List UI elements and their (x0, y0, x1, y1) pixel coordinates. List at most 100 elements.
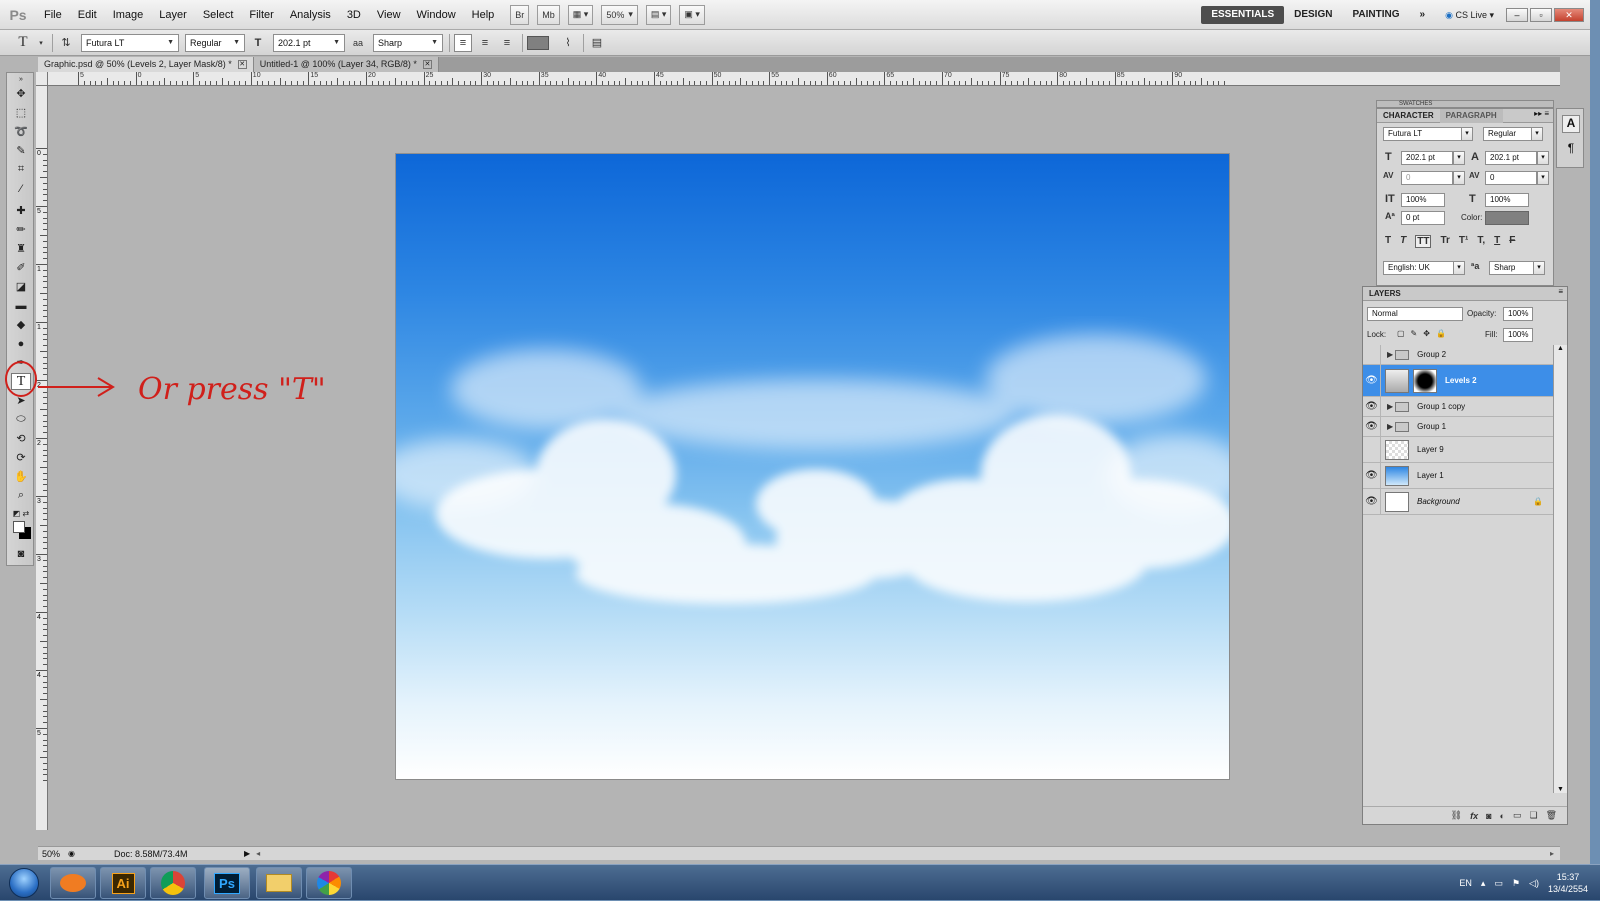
pen-tool-icon[interactable]: ✒ (11, 354, 31, 371)
expand-triangle-icon[interactable]: ▶ (1387, 422, 1393, 431)
view-extras-button[interactable]: ▦ ▾ (567, 4, 594, 25)
character-panel-icon[interactable]: A (1562, 115, 1580, 133)
screen-mode-button[interactable]: ▣ ▾ (679, 4, 705, 25)
bridge-button[interactable]: Br (510, 4, 530, 25)
cs-live-button[interactable]: ◉ CS Live ▾ (1435, 0, 1504, 30)
cp-leading[interactable]: 202.1 pt (1485, 151, 1537, 165)
layer-row-levels-2[interactable]: 👁 Levels 2 (1363, 364, 1553, 397)
tab-layers[interactable]: LAYERS (1363, 287, 1407, 301)
eraser-tool-icon[interactable]: ◪ (11, 278, 31, 295)
3d-orbit-tool-icon[interactable]: ⟳ (11, 449, 31, 466)
healing-brush-tool-icon[interactable]: ✚ (11, 202, 31, 219)
scroll-down-icon[interactable]: ▼ (1554, 786, 1567, 793)
tab-graphic-psd[interactable]: Graphic.psd @ 50% (Levels 2, Layer Mask/… (38, 57, 254, 72)
workspace-design[interactable]: DESIGN (1284, 0, 1342, 30)
cp-baseline-shift[interactable]: 0 pt (1401, 211, 1445, 225)
horizontal-ruler[interactable]: 5 0 5 10 15 20 25 30 35 40 45 50 55 60 65 70 75 80 85 90 (48, 72, 1560, 86)
opacity-input[interactable]: 100% (1503, 307, 1533, 321)
chevron-down-icon[interactable]: ▾ (1531, 127, 1543, 141)
ruler-origin[interactable] (36, 72, 48, 86)
new-layer-icon[interactable]: ❏ (1529, 810, 1537, 821)
arrange-documents-button[interactable]: ▤ ▾ (645, 4, 672, 25)
chevron-down-icon[interactable]: ▾ (1537, 151, 1549, 165)
workspace-more[interactable]: » (1410, 0, 1436, 30)
menu-layer[interactable]: Layer (151, 0, 195, 30)
layer-row-group-1-copy[interactable]: 👁 ▶ Group 1 copy (1363, 396, 1553, 417)
menu-edit[interactable]: Edit (70, 0, 105, 30)
gradient-tool-icon[interactable]: ▬ (11, 297, 31, 314)
hand-tool-icon[interactable]: ✋ (11, 468, 31, 485)
eye-icon[interactable]: 👁 (1363, 364, 1381, 397)
flag-icon[interactable]: ⚑ (1512, 878, 1520, 889)
taskbar-app-chrome[interactable] (150, 867, 196, 899)
cp-kerning[interactable]: 0 (1401, 171, 1453, 185)
minimize-button[interactable]: – (1506, 7, 1528, 22)
quick-select-tool-icon[interactable]: ✎ (11, 142, 31, 159)
maximize-button[interactable]: ▫ (1530, 7, 1552, 22)
menu-image[interactable]: Image (105, 0, 152, 30)
collapse-toolbox-icon[interactable]: » (11, 75, 31, 83)
foreground-background-colors[interactable] (11, 521, 31, 543)
taskbar-app-explorer[interactable] (256, 867, 302, 899)
taskbar-app-picasa[interactable] (306, 867, 352, 899)
3d-rotate-tool-icon[interactable]: ⟲ (11, 430, 31, 447)
path-selection-tool-icon[interactable]: ➤ (11, 392, 31, 409)
eye-icon[interactable]: 👁 (1363, 462, 1381, 489)
subscript-button[interactable]: T, (1477, 235, 1485, 248)
cp-horizontal-scale[interactable]: 100% (1485, 193, 1529, 207)
layer-row-layer-1[interactable]: 👁 Layer 1 (1363, 462, 1553, 489)
quick-mask-icon[interactable]: ◙ (11, 545, 31, 562)
clock[interactable]: 15:37 13/4/2554 (1548, 871, 1588, 895)
character-panel-toggle-icon[interactable]: ▤ (588, 34, 606, 52)
dodge-tool-icon[interactable]: ● (11, 335, 31, 352)
faux-italic-button[interactable]: T (1400, 235, 1406, 248)
chevron-down-icon[interactable]: ▾ (1453, 171, 1465, 185)
blend-mode-select[interactable]: Normal (1367, 307, 1463, 321)
font-family-select[interactable]: Futura LT ▼ (81, 33, 179, 52)
menu-view[interactable]: View (369, 0, 409, 30)
trash-icon[interactable]: 🗑 (1546, 810, 1557, 821)
swap-colors-icon[interactable]: ◩ ⇄ (11, 505, 31, 522)
eyedropper-tool-icon[interactable]: ⁄ (11, 180, 31, 197)
chevron-down-icon[interactable]: ▾ (1453, 261, 1465, 275)
fill-input[interactable]: 100% (1503, 328, 1533, 342)
close-tab-icon[interactable]: ✕ (422, 60, 432, 69)
font-style-select[interactable]: Regular ▼ (185, 33, 245, 52)
menu-file[interactable]: File (36, 0, 70, 30)
fx-icon[interactable]: fx (1470, 811, 1478, 821)
clone-stamp-tool-icon[interactable]: ♜ (11, 240, 31, 257)
layer-row-group-2[interactable]: ▶ Group 2 (1363, 344, 1553, 365)
layers-scrollbar[interactable]: ▲ ▼ (1553, 345, 1567, 793)
cp-font-size[interactable]: 202.1 pt (1401, 151, 1453, 165)
taskbar-app-mail[interactable] (50, 867, 96, 899)
expand-triangle-icon[interactable]: ▶ (1387, 402, 1393, 411)
close-tab-icon[interactable]: ✕ (237, 60, 247, 69)
menu-3d[interactable]: 3D (339, 0, 369, 30)
language-indicator[interactable]: EN (1459, 878, 1472, 888)
adjustment-icon[interactable]: ◐ (1500, 811, 1505, 821)
warp-text-icon[interactable]: ⌇ (559, 34, 577, 52)
move-tool-icon[interactable]: ✥ (11, 85, 31, 102)
status-options-icon[interactable]: ◉ (68, 849, 84, 858)
text-tool-preset-icon[interactable]: T (14, 34, 32, 52)
align-center-icon[interactable]: ≡ (476, 34, 494, 52)
visibility-toggle[interactable] (1363, 436, 1381, 463)
visibility-toggle[interactable] (1363, 344, 1381, 365)
workspace-essentials[interactable]: ESSENTIALS (1201, 5, 1285, 24)
crop-tool-icon[interactable]: ⌗ (11, 161, 31, 178)
zoom-tool-icon[interactable]: ⌕ (11, 487, 31, 504)
menu-select[interactable]: Select (195, 0, 242, 30)
faux-bold-button[interactable]: T (1385, 235, 1391, 248)
superscript-button[interactable]: T¹ (1459, 235, 1468, 248)
align-left-icon[interactable]: ≡ (454, 33, 472, 52)
tab-untitled-1[interactable]: Untitled-1 @ 100% (Layer 34, RGB/8) * ✕ (253, 57, 439, 72)
document-canvas[interactable] (396, 154, 1229, 779)
menu-filter[interactable]: Filter (241, 0, 281, 30)
menu-window[interactable]: Window (409, 0, 464, 30)
cp-font-family[interactable]: Futura LT (1383, 127, 1473, 141)
swatches-panel-tab[interactable]: SWATCHES (1376, 100, 1554, 108)
history-brush-tool-icon[interactable]: ✐ (11, 259, 31, 276)
zoom-level-dropdown[interactable]: 50% ▾ (601, 4, 638, 25)
chevron-down-icon[interactable]: ▾ (1537, 171, 1549, 185)
mask-icon[interactable]: ◙ (1486, 811, 1491, 821)
